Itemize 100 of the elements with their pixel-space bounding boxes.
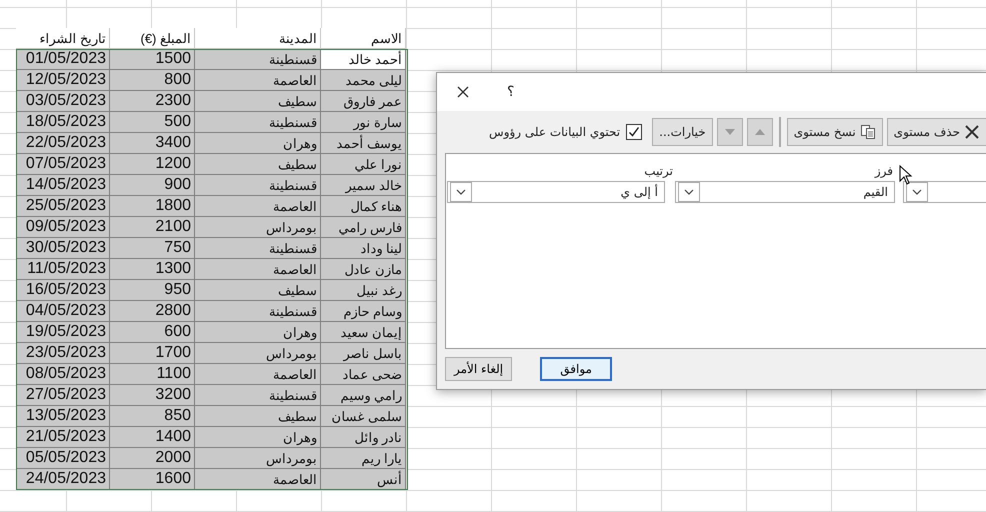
table-cell: باسل ناصر xyxy=(321,343,406,364)
table-cell: 11/05/2023 xyxy=(16,259,110,280)
table-cell: مازن عادل xyxy=(321,259,406,280)
copy-level-button[interactable]: نسخ مستوى xyxy=(786,118,883,146)
table-cell: 500 xyxy=(110,112,195,133)
column-header: تاريخ الشراء xyxy=(16,28,110,49)
table-cell: 2300 xyxy=(110,91,195,112)
table-cell: نورا علي xyxy=(321,154,406,175)
options-button[interactable]: خيارات... xyxy=(652,118,713,146)
table-cell: 1400 xyxy=(110,427,195,448)
column-header: المدينة xyxy=(195,28,321,49)
table-cell: خالد سمير xyxy=(321,175,406,196)
table-cell: عمر فاروق xyxy=(321,91,406,112)
table-cell: 04/05/2023 xyxy=(16,301,110,322)
table-cell: 16/05/2023 xyxy=(16,280,110,301)
table-cell: 25/05/2023 xyxy=(16,196,110,217)
table-cell: سطيف xyxy=(195,91,321,112)
down-arrow-icon xyxy=(724,129,735,135)
table-cell: قسنطينة xyxy=(195,49,321,70)
table-cell: 800 xyxy=(110,70,195,91)
table-cell: وهران xyxy=(195,322,321,343)
table-cell: سطيف xyxy=(195,154,321,175)
table-cell: سطيف xyxy=(195,406,321,427)
column-header: ترتيب xyxy=(644,164,673,180)
table-cell: سارة نور xyxy=(321,112,406,133)
table-cell: يوسف أحمد xyxy=(321,133,406,154)
table-cell: 950 xyxy=(110,280,195,301)
table-cell: وسام حازم xyxy=(321,301,406,322)
table-cell: قسنطينة xyxy=(195,385,321,406)
table-cell: ليلى محمد xyxy=(321,70,406,91)
table-cell: فارس رامي xyxy=(321,217,406,238)
table-cell: هناء كمال xyxy=(321,196,406,217)
delete-icon xyxy=(964,124,980,140)
table-cell: 30/05/2023 xyxy=(16,238,110,259)
table-cell: ضحى عماد xyxy=(321,364,406,385)
table-cell: قسنطينة xyxy=(195,238,321,259)
sort-on-dropdown[interactable]: القيم xyxy=(675,181,895,203)
table-cell: 1500 xyxy=(110,49,195,70)
chevron-down-icon xyxy=(912,189,922,195)
table-cell: 27/05/2023 xyxy=(16,385,110,406)
table-cell: 1300 xyxy=(110,259,195,280)
checkbox-label: تحتوي البيانات على رؤوس xyxy=(489,125,620,139)
cancel-button[interactable]: إلغاء الأمر xyxy=(445,357,512,381)
mouse-pointer-icon xyxy=(899,165,913,185)
table-cell: 22/05/2023 xyxy=(16,133,110,154)
table-cell: 1100 xyxy=(110,364,195,385)
table-cell: رامي وسيم xyxy=(321,385,406,406)
table-cell: 09/05/2023 xyxy=(16,217,110,238)
table-cell: 19/05/2023 xyxy=(16,322,110,343)
chevron-down-icon xyxy=(684,189,694,195)
table-cell: بومرداس xyxy=(195,343,321,364)
table-cell: 13/05/2023 xyxy=(16,406,110,427)
table-cell: إيمان سعيد xyxy=(321,322,406,343)
table-cell: 3200 xyxy=(110,385,195,406)
table-cell: 07/05/2023 xyxy=(16,154,110,175)
table-cell: قسنطينة xyxy=(195,112,321,133)
table-cell: وهران xyxy=(195,133,321,154)
table-cell: أنس xyxy=(321,469,406,490)
table-cell: رغد نبيل xyxy=(321,280,406,301)
table-cell: بومرداس xyxy=(195,217,321,238)
active-cell: أحمد خالد xyxy=(321,49,406,70)
table-cell: العاصمة xyxy=(195,469,321,490)
table-cell: 2000 xyxy=(110,448,195,469)
delete-level-button[interactable]: حذف مستوى xyxy=(886,118,986,146)
table-cell: 12/05/2023 xyxy=(16,70,110,91)
table-cell: 18/05/2023 xyxy=(16,112,110,133)
table-cell: 23/05/2023 xyxy=(16,343,110,364)
column-dropdown[interactable] xyxy=(903,181,986,203)
table-cell: 01/05/2023 xyxy=(16,49,110,70)
table-cell: قسنطينة xyxy=(195,175,321,196)
table-cell: 14/05/2023 xyxy=(16,175,110,196)
column-header: فرز xyxy=(874,164,893,180)
table-cell: 1200 xyxy=(110,154,195,175)
close-icon[interactable] xyxy=(457,86,469,98)
table-cell: 1700 xyxy=(110,343,195,364)
table-cell: بومرداس xyxy=(195,448,321,469)
table-cell: سطيف xyxy=(195,280,321,301)
order-dropdown[interactable]: أ إلى ي xyxy=(447,181,665,203)
up-arrow-icon xyxy=(754,129,765,135)
column-header: المبلغ (€) xyxy=(110,28,195,49)
table-cell: 750 xyxy=(110,238,195,259)
checkbox[interactable] xyxy=(626,124,642,140)
table-cell: 05/05/2023 xyxy=(16,448,110,469)
table-cell: 21/05/2023 xyxy=(16,427,110,448)
table-cell: قسنطينة xyxy=(195,301,321,322)
table-cell: 2800 xyxy=(110,301,195,322)
table-cell: 600 xyxy=(110,322,195,343)
table-cell: 900 xyxy=(110,175,195,196)
table-cell: نادر وائل xyxy=(321,427,406,448)
help-button[interactable]: ؟ xyxy=(507,84,514,100)
table-cell: 3400 xyxy=(110,133,195,154)
ok-button[interactable]: موافق xyxy=(540,357,612,381)
column-header: الاسم xyxy=(321,28,406,49)
table-cell: 1800 xyxy=(110,196,195,217)
table-cell: 08/05/2023 xyxy=(16,364,110,385)
table-cell: العاصمة xyxy=(195,259,321,280)
table-cell: 1600 xyxy=(110,469,195,490)
table-cell: 03/05/2023 xyxy=(16,91,110,112)
table-cell: يارا ريم xyxy=(321,448,406,469)
table-cell: 2100 xyxy=(110,217,195,238)
